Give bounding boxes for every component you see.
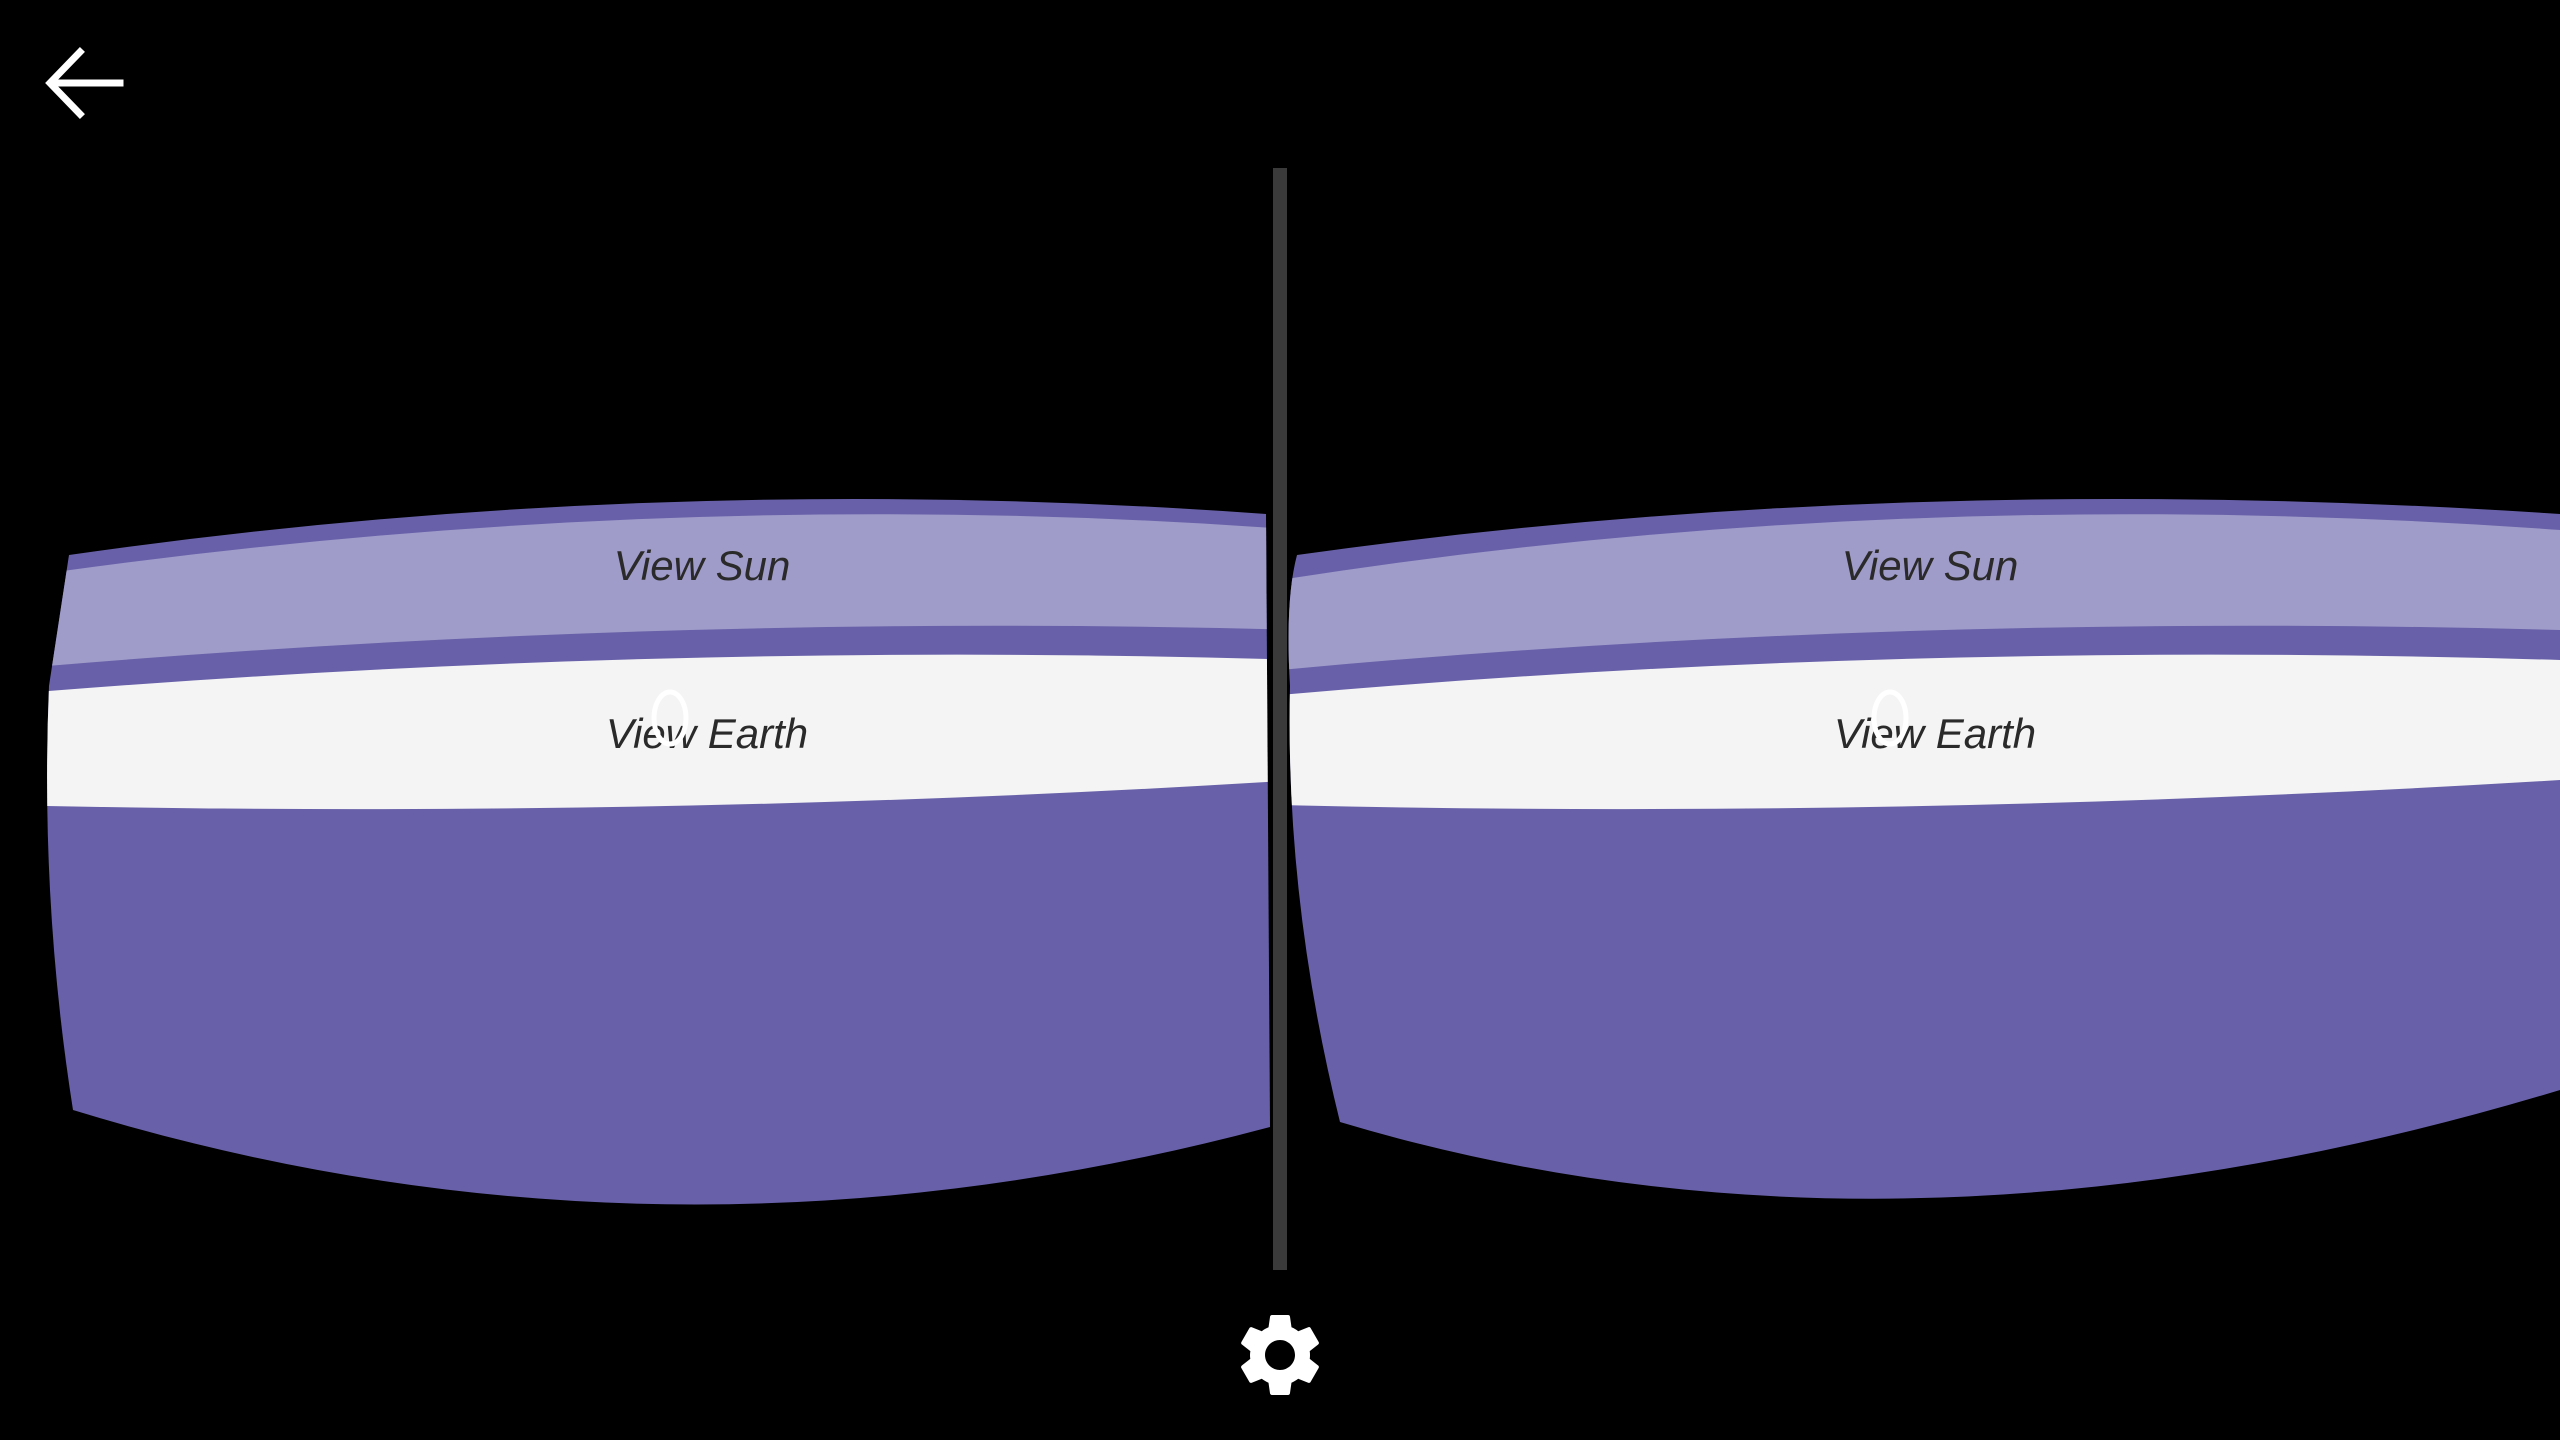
view-sun-label: View Sun	[614, 542, 791, 589]
view-earth-label: View Earth	[1834, 710, 2036, 757]
view-earth-label: View Earth	[606, 710, 808, 757]
gear-icon	[1241, 1315, 1319, 1395]
right-eye-view: View Sun View Earth	[1288, 498, 2560, 1199]
arrow-left-icon	[45, 47, 124, 119]
view-sun-label: View Sun	[1842, 542, 2019, 589]
eye-divider	[1273, 168, 1287, 1270]
settings-button[interactable]	[1230, 1305, 1330, 1405]
left-eye-view: View Sun View Earth	[47, 498, 1271, 1205]
back-button[interactable]	[40, 40, 126, 126]
